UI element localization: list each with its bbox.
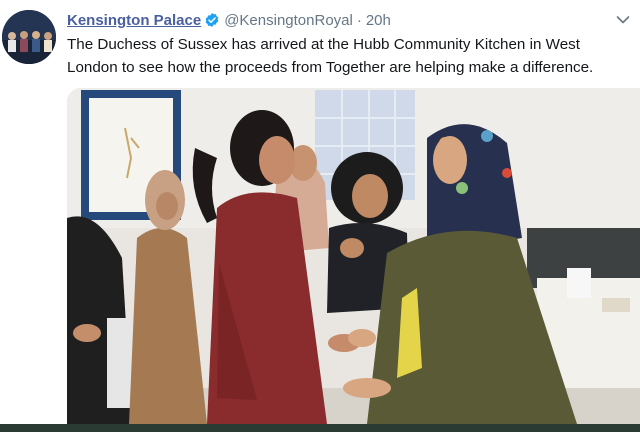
tweet-photo[interactable] xyxy=(67,88,640,424)
tweet-text: The Duchess of Sussex has arrived at the… xyxy=(67,36,594,76)
separator-dot: · xyxy=(356,11,362,29)
avatar-image xyxy=(2,10,56,64)
avatar[interactable] xyxy=(2,10,56,64)
photo-image xyxy=(67,88,640,424)
display-name[interactable]: Kensington Palace xyxy=(67,12,201,29)
timestamp[interactable]: 20h xyxy=(366,12,391,29)
tweet[interactable]: Kensington Palace @KensingtonRoyal · 20h… xyxy=(0,0,640,432)
tweet-header: Kensington Palace @KensingtonRoyal · 20h xyxy=(67,10,391,30)
verified-badge-icon xyxy=(204,12,220,28)
bottom-strip xyxy=(0,424,640,432)
handle[interactable]: @KensingtonRoyal xyxy=(224,12,353,29)
chevron-down-icon[interactable] xyxy=(616,12,630,30)
